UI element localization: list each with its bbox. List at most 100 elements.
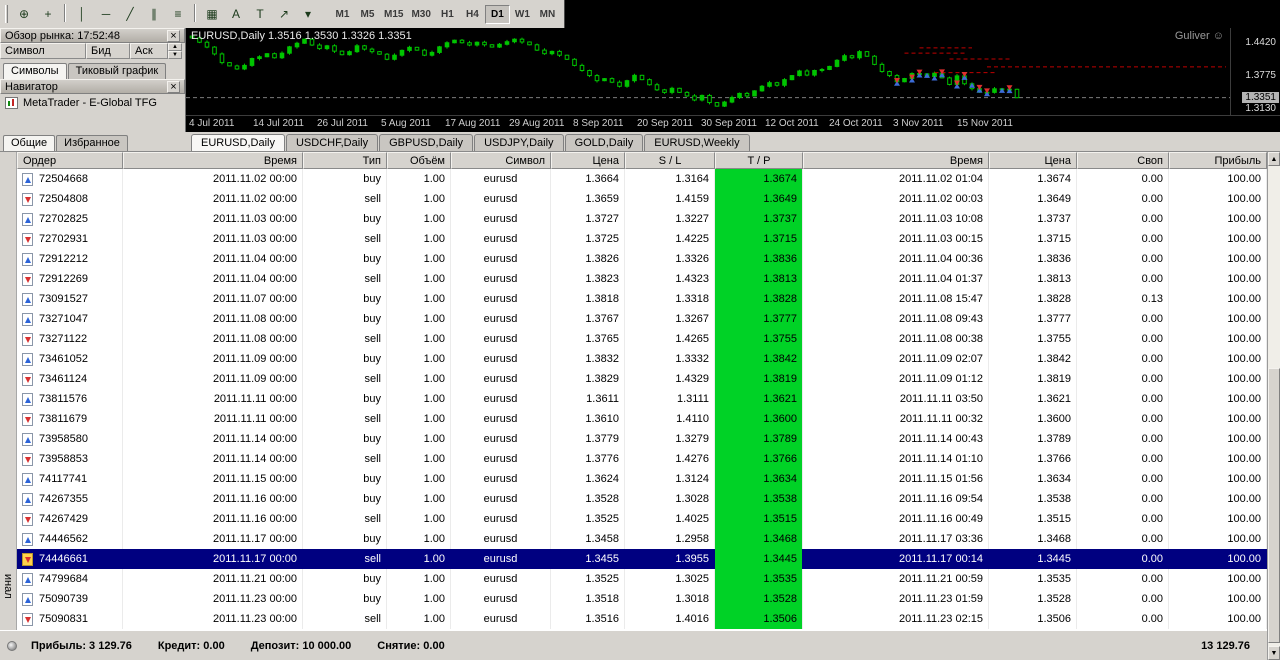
order-row[interactable]: 739588532011.11.14 00:00sell1.00eurusd1.… bbox=[17, 449, 1267, 469]
vertical-scrollbar[interactable]: ▲ ▼ bbox=[1267, 152, 1280, 660]
market-watch-column-header[interactable]: Символ bbox=[0, 43, 86, 59]
order-row[interactable]: 734610522011.11.09 00:00buy1.00eurusd1.3… bbox=[17, 349, 1267, 369]
market-watch-column-header[interactable]: Бид bbox=[86, 43, 130, 59]
close-icon[interactable]: × bbox=[167, 30, 180, 42]
status-item: Прибыль: 3 129.76 bbox=[31, 640, 132, 652]
market-watch-column-header[interactable]: Аск bbox=[130, 43, 168, 59]
order-row[interactable]: 747996842011.11.21 00:00buy1.00eurusd1.3… bbox=[17, 569, 1267, 589]
status-item: Депозит: 10 000.00 bbox=[251, 640, 352, 652]
scroll-down-icon[interactable]: ▼ bbox=[1268, 646, 1280, 660]
column-header[interactable]: Своп bbox=[1077, 152, 1169, 169]
order-icon bbox=[22, 353, 33, 366]
column-header[interactable]: Цена bbox=[989, 152, 1077, 169]
order-icon bbox=[22, 413, 33, 426]
navigator-title: Навигатор bbox=[5, 81, 167, 93]
navigator-tab-избранное[interactable]: Избранное bbox=[56, 135, 128, 151]
order-row[interactable]: 725046682011.11.02 00:00buy1.00eurusd1.3… bbox=[17, 169, 1267, 189]
order-icon bbox=[22, 513, 33, 526]
chart-tab-gbpusd-daily[interactable]: GBPUSD,Daily bbox=[379, 134, 473, 151]
scrollbar-track[interactable] bbox=[1268, 166, 1280, 646]
scrollbar-thumb[interactable] bbox=[1268, 368, 1280, 643]
column-header[interactable]: Время bbox=[123, 152, 303, 169]
navigator-account-item[interactable]: MetaTrader - E-Global TFG bbox=[0, 94, 185, 112]
column-header[interactable]: Время bbox=[803, 152, 989, 169]
timeframe-button-d1[interactable]: D1 bbox=[485, 5, 510, 24]
close-icon[interactable]: × bbox=[167, 81, 180, 93]
order-row[interactable]: 727028252011.11.03 00:00buy1.00eurusd1.3… bbox=[17, 209, 1267, 229]
scroll-up-icon[interactable]: ▲ bbox=[1268, 152, 1280, 166]
column-header[interactable]: Ордер bbox=[17, 152, 123, 169]
column-header[interactable]: Тип bbox=[303, 152, 387, 169]
spin-up-icon[interactable]: ▲ bbox=[168, 43, 182, 51]
order-row[interactable]: 725048082011.11.02 00:00sell1.00eurusd1.… bbox=[17, 189, 1267, 209]
column-header[interactable]: Символ bbox=[451, 152, 551, 169]
order-row[interactable]: 742673552011.11.16 00:00buy1.00eurusd1.3… bbox=[17, 489, 1267, 509]
order-row[interactable]: 727029312011.11.03 00:00sell1.00eurusd1.… bbox=[17, 229, 1267, 249]
timeframe-button-h4[interactable]: H4 bbox=[460, 5, 485, 24]
trendline-icon[interactable]: ╱ bbox=[119, 4, 141, 24]
order-row[interactable]: 744465622011.11.17 00:00buy1.00eurusd1.3… bbox=[17, 529, 1267, 549]
order-row[interactable]: 738116792011.11.11 00:00sell1.00eurusd1.… bbox=[17, 409, 1267, 429]
timeframe-button-mn[interactable]: MN bbox=[535, 5, 560, 24]
channel-icon[interactable]: ∥ bbox=[143, 4, 165, 24]
order-row[interactable]: 734611242011.11.09 00:00sell1.00eurusd1.… bbox=[17, 369, 1267, 389]
order-row[interactable]: 739585802011.11.14 00:00buy1.00eurusd1.3… bbox=[17, 429, 1267, 449]
current-price-label: 1.3351 bbox=[1242, 92, 1279, 103]
market-watch-tab-символы[interactable]: Символы bbox=[3, 63, 67, 79]
arrows-dropdown-icon[interactable]: ▾ bbox=[297, 4, 319, 24]
chart-area[interactable]: EURUSD,Daily 1.3516 1.3530 1.3326 1.3351… bbox=[186, 28, 1280, 132]
timeframe-button-m15[interactable]: M15 bbox=[380, 5, 407, 24]
spin-down-icon[interactable]: ▼ bbox=[168, 51, 182, 59]
history-table-header: ОрдерВремяТипОбъёмСимволЦенаS / LT / PВр… bbox=[17, 152, 1267, 169]
order-row[interactable]: 732711222011.11.08 00:00sell1.00eurusd1.… bbox=[17, 329, 1267, 349]
chart-tab-gold-daily[interactable]: GOLD,Daily bbox=[565, 134, 644, 151]
balance-total: 13 129.76 bbox=[1201, 640, 1260, 652]
grid-icon[interactable]: ▦ bbox=[201, 4, 223, 24]
chart-tab-usdjpy-daily[interactable]: USDJPY,Daily bbox=[474, 134, 564, 151]
order-row[interactable]: 744466612011.11.17 00:00sell1.00eurusd1.… bbox=[17, 549, 1267, 569]
arrows-icon[interactable]: ↗ bbox=[273, 4, 295, 24]
order-icon bbox=[22, 273, 33, 286]
order-row[interactable]: 732710472011.11.08 00:00buy1.00eurusd1.3… bbox=[17, 309, 1267, 329]
toolbar-timeframes: M1M5M15M30H1H4D1W1MN bbox=[330, 5, 560, 24]
market-watch-tab-тиковый-график[interactable]: Тиковый график bbox=[68, 63, 167, 79]
column-header[interactable]: S / L bbox=[625, 152, 715, 169]
timeframe-button-m30[interactable]: M30 bbox=[407, 5, 434, 24]
order-row[interactable]: 729122122011.11.04 00:00buy1.00eurusd1.3… bbox=[17, 249, 1267, 269]
order-row[interactable]: 742674292011.11.16 00:00sell1.00eurusd1.… bbox=[17, 509, 1267, 529]
toolbar-grip[interactable] bbox=[5, 5, 8, 23]
timeframe-button-w1[interactable]: W1 bbox=[510, 5, 535, 24]
cursor-mode-icon[interactable]: + bbox=[37, 4, 59, 24]
timeframe-button-m1[interactable]: M1 bbox=[330, 5, 355, 24]
chart-tab-eurusd-daily[interactable]: EURUSD,Daily bbox=[191, 134, 285, 151]
chart-tab-usdchf-daily[interactable]: USDCHF,Daily bbox=[286, 134, 378, 151]
text-label-icon[interactable]: T bbox=[249, 4, 271, 24]
order-row[interactable]: 730915272011.11.07 00:00buy1.00eurusd1.3… bbox=[17, 289, 1267, 309]
navigator-tab-общие[interactable]: Общие bbox=[3, 135, 55, 151]
market-watch-title: Обзор рынка: 17:52:48 bbox=[5, 30, 167, 42]
vertical-line-icon[interactable]: │ bbox=[71, 4, 93, 24]
column-header[interactable]: T / P bbox=[715, 152, 803, 169]
column-header[interactable]: Цена bbox=[551, 152, 625, 169]
date-axis-label: 29 Aug 2011 bbox=[509, 118, 564, 129]
column-header[interactable]: Объём bbox=[387, 152, 451, 169]
timeframe-button-h1[interactable]: H1 bbox=[435, 5, 460, 24]
timeframe-button-m5[interactable]: M5 bbox=[355, 5, 380, 24]
terminal-vertical-tab[interactable]: Терминал bbox=[2, 574, 14, 599]
price-axis-label: 1.4420 bbox=[1245, 37, 1276, 48]
order-row[interactable]: 750908312011.11.23 00:00sell1.00eurusd1.… bbox=[17, 609, 1267, 629]
horizontal-line-icon[interactable]: ─ bbox=[95, 4, 117, 24]
order-row[interactable]: 729122692011.11.04 00:00sell1.00eurusd1.… bbox=[17, 269, 1267, 289]
text-icon[interactable]: A bbox=[225, 4, 247, 24]
date-axis-label: 26 Jul 2011 bbox=[317, 118, 368, 129]
crosshair-icon[interactable]: ⊕ bbox=[13, 4, 35, 24]
order-row[interactable]: 738115762011.11.11 00:00buy1.00eurusd1.3… bbox=[17, 389, 1267, 409]
order-row[interactable]: 741177412011.11.15 00:00buy1.00eurusd1.3… bbox=[17, 469, 1267, 489]
price-axis-label: 1.3775 bbox=[1245, 70, 1276, 81]
date-axis-label: 15 Nov 2011 bbox=[957, 118, 1013, 129]
left-panels: Обзор рынка: 17:52:48 × СимволБидАск▲▼ С… bbox=[0, 28, 186, 132]
column-header[interactable]: Прибыль bbox=[1169, 152, 1267, 169]
order-row[interactable]: 750907392011.11.23 00:00buy1.00eurusd1.3… bbox=[17, 589, 1267, 609]
chart-tab-eurusd-weekly[interactable]: EURUSD,Weekly bbox=[644, 134, 749, 151]
fibonacci-icon[interactable]: ≡ bbox=[167, 4, 189, 24]
